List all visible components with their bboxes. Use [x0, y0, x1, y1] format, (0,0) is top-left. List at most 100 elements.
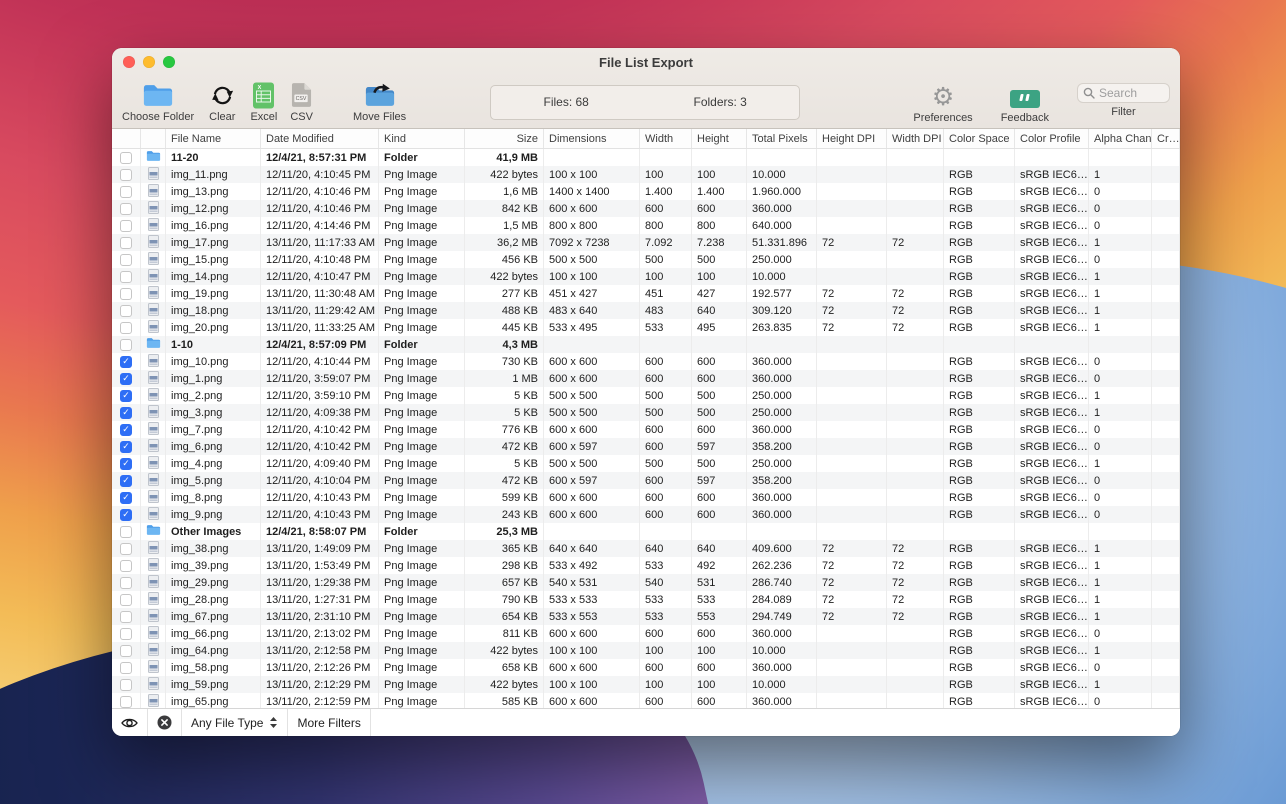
table-row[interactable]: img_14.png 12/11/20, 4:10:47 PM Png Imag…: [112, 268, 1180, 285]
row-checkbox[interactable]: ✓: [120, 508, 132, 521]
clear-filter-button[interactable]: [148, 709, 182, 736]
table-row[interactable]: img_38.png 13/11/20, 1:49:09 PM Png Imag…: [112, 540, 1180, 557]
row-checkbox[interactable]: [120, 627, 132, 640]
table-row[interactable]: ✓ img_1.png 12/11/20, 3:59:07 PM Png Ima…: [112, 370, 1180, 387]
table-row[interactable]: ✓ img_6.png 12/11/20, 4:10:42 PM Png Ima…: [112, 438, 1180, 455]
table-row[interactable]: ✓ img_3.png 12/11/20, 4:09:38 PM Png Ima…: [112, 404, 1180, 421]
clear-button[interactable]: Clear: [209, 82, 235, 123]
table-row[interactable]: ✓ img_7.png 12/11/20, 4:10:42 PM Png Ima…: [112, 421, 1180, 438]
row-checkbox[interactable]: [120, 168, 132, 181]
cell-date-modified: 12/4/21, 8:57:09 PM: [261, 336, 379, 353]
row-checkbox[interactable]: ✓: [120, 474, 132, 487]
table-row[interactable]: Other Images 12/4/21, 8:58:07 PM Folder …: [112, 523, 1180, 540]
row-checkbox[interactable]: [120, 678, 132, 691]
row-checkbox[interactable]: [120, 185, 132, 198]
row-checkbox[interactable]: ✓: [120, 440, 132, 453]
column-header-date-modified[interactable]: Date Modified: [261, 129, 379, 148]
cell-color-profile: sRGB IEC6…: [1015, 489, 1089, 506]
image-file-icon: [147, 421, 159, 438]
file-type-dropdown[interactable]: Any File Type: [182, 709, 289, 736]
row-checkbox[interactable]: ✓: [120, 491, 132, 504]
table-row[interactable]: img_58.png 13/11/20, 2:12:26 PM Png Imag…: [112, 659, 1180, 676]
row-checkbox[interactable]: [120, 525, 132, 538]
table-row[interactable]: ✓ img_8.png 12/11/20, 4:10:43 PM Png Ima…: [112, 489, 1180, 506]
row-checkbox[interactable]: ✓: [120, 372, 132, 385]
column-header-width[interactable]: Width: [640, 129, 692, 148]
row-checkbox[interactable]: [120, 321, 132, 334]
table-row[interactable]: img_13.png 12/11/20, 4:10:46 PM Png Imag…: [112, 183, 1180, 200]
row-checkbox[interactable]: [120, 304, 132, 317]
table-row[interactable]: img_15.png 12/11/20, 4:10:48 PM Png Imag…: [112, 251, 1180, 268]
feedback-button[interactable]: Feedback: [1001, 83, 1049, 124]
column-header-size[interactable]: Size: [465, 129, 544, 148]
row-checkbox[interactable]: [120, 576, 132, 589]
table-row[interactable]: ✓ img_4.png 12/11/20, 4:09:40 PM Png Ima…: [112, 455, 1180, 472]
table-row[interactable]: img_20.png 13/11/20, 11:33:25 AM Png Ima…: [112, 319, 1180, 336]
table-row[interactable]: img_17.png 13/11/20, 11:17:33 AM Png Ima…: [112, 234, 1180, 251]
column-header-cr[interactable]: Cr…: [1152, 129, 1180, 148]
row-checkbox[interactable]: [120, 270, 132, 283]
column-header-dimensions[interactable]: Dimensions: [544, 129, 640, 148]
cell-file-name: img_4.png: [166, 455, 261, 472]
cell-total-pixels: 358.200: [747, 438, 817, 455]
column-header-file-name[interactable]: File Name: [166, 129, 261, 148]
table-row[interactable]: img_28.png 13/11/20, 1:27:31 PM Png Imag…: [112, 591, 1180, 608]
table-row[interactable]: ✓ img_5.png 12/11/20, 4:10:04 PM Png Ima…: [112, 472, 1180, 489]
move-files-button[interactable]: Move Files: [353, 82, 406, 123]
column-header-color-profile[interactable]: Color Profile: [1015, 129, 1089, 148]
table-row[interactable]: img_67.png 13/11/20, 2:31:10 PM Png Imag…: [112, 608, 1180, 625]
table-row[interactable]: 11-20 12/4/21, 8:57:31 PM Folder 41,9 MB: [112, 149, 1180, 166]
table-row[interactable]: img_16.png 12/11/20, 4:14:46 PM Png Imag…: [112, 217, 1180, 234]
table-row[interactable]: img_66.png 13/11/20, 2:13:02 PM Png Imag…: [112, 625, 1180, 642]
table-row[interactable]: img_65.png 13/11/20, 2:12:59 PM Png Imag…: [112, 693, 1180, 708]
row-checkbox[interactable]: [120, 644, 132, 657]
row-checkbox[interactable]: [120, 610, 132, 623]
row-checkbox[interactable]: [120, 559, 132, 572]
row-checkbox[interactable]: [120, 661, 132, 674]
row-checkbox[interactable]: [120, 253, 132, 266]
table-row[interactable]: img_29.png 13/11/20, 1:29:38 PM Png Imag…: [112, 574, 1180, 591]
row-checkbox[interactable]: ✓: [120, 457, 132, 470]
row-checkbox[interactable]: [120, 219, 132, 232]
toggle-visibility-button[interactable]: [112, 709, 148, 736]
column-header-width-dpi[interactable]: Width DPI: [887, 129, 944, 148]
table-row[interactable]: img_18.png 13/11/20, 11:29:42 AM Png Ima…: [112, 302, 1180, 319]
choose-folder-button[interactable]: Choose Folder: [122, 82, 194, 123]
cell-kind: Folder: [379, 523, 465, 540]
column-header-total-pixels[interactable]: Total Pixels: [747, 129, 817, 148]
row-checkbox[interactable]: [120, 151, 132, 164]
table-row[interactable]: ✓ img_10.png 12/11/20, 4:10:44 PM Png Im…: [112, 353, 1180, 370]
table-row[interactable]: img_39.png 13/11/20, 1:53:49 PM Png Imag…: [112, 557, 1180, 574]
column-header-height[interactable]: Height: [692, 129, 747, 148]
table-row[interactable]: img_19.png 13/11/20, 11:30:48 AM Png Ima…: [112, 285, 1180, 302]
row-checkbox[interactable]: [120, 338, 132, 351]
csv-export-button[interactable]: CSV CSV: [290, 82, 313, 123]
table-row[interactable]: img_11.png 12/11/20, 4:10:45 PM Png Imag…: [112, 166, 1180, 183]
more-filters-button[interactable]: More Filters: [288, 709, 371, 736]
cell-total-pixels: 360.000: [747, 489, 817, 506]
excel-export-button[interactable]: X Excel: [250, 82, 277, 123]
column-header-alpha-chan[interactable]: Alpha Chan…: [1089, 129, 1152, 148]
column-header-color-space[interactable]: Color Space: [944, 129, 1015, 148]
table-row[interactable]: img_59.png 13/11/20, 2:12:29 PM Png Imag…: [112, 676, 1180, 693]
row-checkbox[interactable]: [120, 236, 132, 249]
table-row[interactable]: img_12.png 12/11/20, 4:10:46 PM Png Imag…: [112, 200, 1180, 217]
row-checkbox[interactable]: [120, 593, 132, 606]
column-header-kind[interactable]: Kind: [379, 129, 465, 148]
preferences-button[interactable]: ⚙ Preferences: [913, 83, 972, 124]
table-row[interactable]: ✓ img_9.png 12/11/20, 4:10:43 PM Png Ima…: [112, 506, 1180, 523]
cell-file-name: img_39.png: [166, 557, 261, 574]
row-checkbox[interactable]: ✓: [120, 406, 132, 419]
row-checkbox[interactable]: [120, 542, 132, 555]
row-checkbox[interactable]: ✓: [120, 389, 132, 402]
row-checkbox[interactable]: [120, 695, 132, 708]
row-checkbox[interactable]: [120, 287, 132, 300]
cell-color-space: RGB: [944, 642, 1015, 659]
column-header-height-dpi[interactable]: Height DPI: [817, 129, 887, 148]
table-row[interactable]: ✓ img_2.png 12/11/20, 3:59:10 PM Png Ima…: [112, 387, 1180, 404]
row-checkbox[interactable]: ✓: [120, 355, 132, 368]
table-row[interactable]: img_64.png 13/11/20, 2:12:58 PM Png Imag…: [112, 642, 1180, 659]
table-row[interactable]: 1-10 12/4/21, 8:57:09 PM Folder 4,3 MB: [112, 336, 1180, 353]
row-checkbox[interactable]: ✓: [120, 423, 132, 436]
row-checkbox[interactable]: [120, 202, 132, 215]
